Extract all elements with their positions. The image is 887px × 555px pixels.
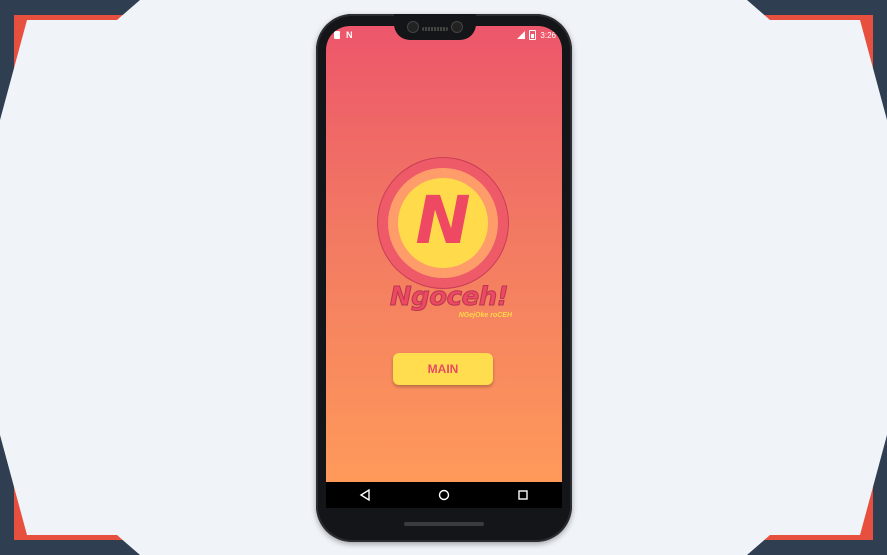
status-time: 3:26	[540, 30, 556, 40]
home-indicator	[404, 522, 484, 526]
navigation-bar	[326, 482, 562, 508]
recents-button[interactable]	[503, 482, 543, 508]
app-screen: N 3:26 N Ngoceh! NGejOke roCEH MAIN	[326, 26, 562, 494]
phone-device: N 3:26 N Ngoceh! NGejOke roCEH MAIN	[316, 14, 572, 542]
recents-icon	[517, 490, 528, 500]
notification-icon	[334, 31, 340, 39]
front-sensor-icon	[452, 22, 462, 32]
speaker-grille	[422, 27, 448, 31]
logo-letter: N	[415, 182, 471, 259]
back-icon	[360, 489, 371, 501]
app-logo: N	[378, 158, 508, 288]
app-title: Ngoceh!	[389, 282, 509, 313]
signal-icon	[517, 31, 526, 39]
home-button[interactable]	[424, 482, 464, 508]
battery-icon	[529, 30, 537, 40]
app-tagline: NGejOke roCEH	[458, 312, 512, 319]
back-button[interactable]	[345, 482, 385, 508]
main-button[interactable]: MAIN	[393, 353, 493, 385]
front-camera-icon	[408, 22, 418, 32]
n-app-icon: N	[346, 30, 353, 40]
camera-notch	[394, 14, 476, 40]
home-icon	[438, 489, 450, 501]
